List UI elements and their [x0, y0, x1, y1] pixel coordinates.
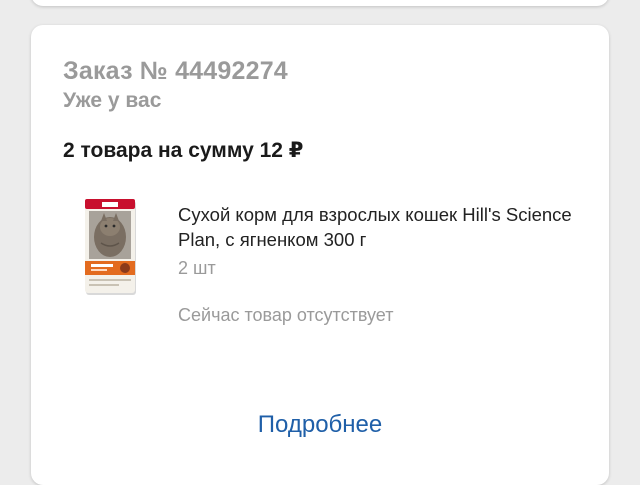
- details-link[interactable]: Подробнее: [31, 411, 609, 439]
- product-quantity: 2 шт: [178, 258, 216, 278]
- order-number-title: Заказ № 44492274: [63, 57, 288, 85]
- order-status: Уже у вас: [63, 89, 162, 112]
- product-availability: Сейчас товар отсутствует: [178, 305, 394, 325]
- order-card: Заказ № 44492274 Уже у вас 2 товара на с…: [31, 25, 609, 485]
- order-summary: 2 товара на сумму 12 ₽: [63, 139, 304, 162]
- product-name[interactable]: Сухой корм для взрослых кошек Hill's Sci…: [178, 202, 578, 252]
- brand-logo: [102, 202, 118, 207]
- product-image[interactable]: [83, 197, 139, 297]
- previous-order-card: [31, 0, 609, 6]
